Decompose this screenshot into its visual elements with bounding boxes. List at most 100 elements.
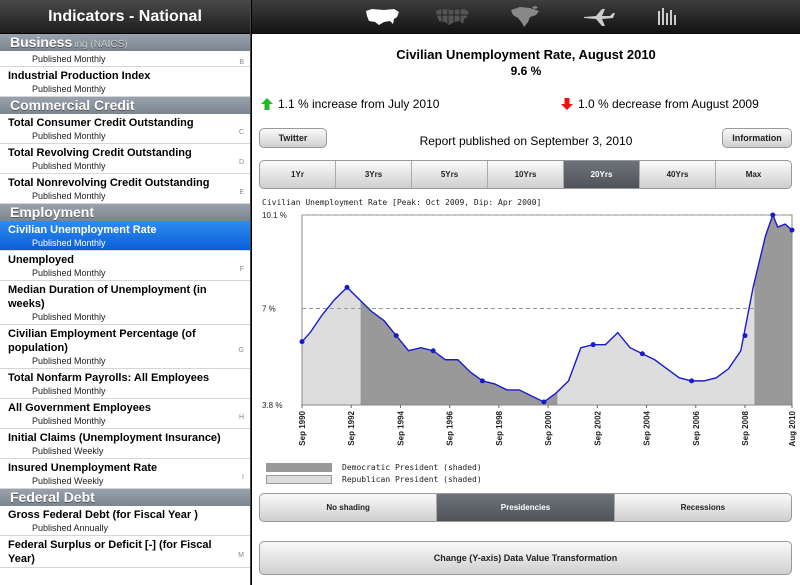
indicator-list-panel: Indicators - National Business ing (NAICS… [0,0,251,585]
section-header-ghost-text: ing (NAICS) [74,39,128,50]
indicator-name: Civilian Unemployment Rate [8,224,157,236]
legend-label-democratic: Democratic President (shaded) [342,462,482,472]
indicator-row[interactable]: Total Consumer Credit Outstanding Publish… [0,114,250,144]
indicator-name: Initial Claims (Unemployment Insurance) [8,432,221,444]
indicator-frequency: Published Monthly [32,238,106,248]
indicator-list[interactable]: Business ing (NAICS) Published Monthly B Ind… [0,34,250,585]
transform-button[interactable]: Change (Y-axis) Data Value Transformatio… [259,541,792,575]
presidency-shading-republican [302,287,361,405]
indicator-row[interactable]: Industrial Production Index Published Mon… [0,67,250,97]
shading-button-recessions[interactable]: Recessions [615,494,791,521]
indicator-row[interactable]: Initial Claims (Unemployment Insurance) P… [0,429,250,459]
section-header: Employment [0,204,250,221]
index-letter[interactable]: G [239,347,244,354]
indicator-title: Civilian Unemployment Rate, August 2010 [396,47,656,62]
range-button-10yrs[interactable]: 10Yrs [488,161,564,188]
usa-map-icon[interactable] [364,5,402,29]
states-map-icon[interactable] [434,5,472,29]
indicator-frequency: Published Monthly [32,161,106,171]
shading-button-presidencies[interactable]: Presidencies [437,494,615,521]
legend-swatch-republican [266,474,332,484]
index-letter[interactable]: M [238,552,244,559]
indicator-name: All Government Employees [8,402,152,414]
index-letter[interactable]: I [242,474,244,481]
section-header-label: Commercial Credit [10,97,135,113]
time-range-selector: 1Yr 3Yrs 5Yrs 10Yrs 20Yrs 40Yrs Max [259,160,792,189]
bar-chart-icon[interactable] [654,5,682,29]
indicator-row[interactable]: Insured Unemployment Rate Published Weekl… [0,459,250,489]
data-point [430,348,436,354]
indicator-name: Total Nonfarm Payrolls: All Employees [8,372,210,384]
x-tick-label: Sep 2004 [643,410,652,445]
indicator-frequency: Published Annually [32,523,109,533]
indicator-row[interactable]: Total Nonfarm Payrolls: All Employees Pub… [0,369,250,399]
airplane-icon[interactable] [582,5,616,29]
index-letter[interactable]: B [239,59,244,66]
green-up-arrow-icon [261,98,273,110]
indicator-frequency: Published Monthly [32,84,106,94]
indicator-name: Total Consumer Credit Outstanding [8,117,194,129]
index-letter[interactable]: D [239,159,244,166]
indicator-frequency: Published Monthly [32,386,106,396]
indicator-name: Insured Unemployment Rate [8,462,158,474]
decrease-text: 1.0 % decrease from August 2009 [578,97,759,111]
indicator-name: Civilian Employment Percentage (of popul… [8,328,196,354]
indicator-frequency: Published Weekly [32,446,104,456]
y-tick-label: 7 % [262,304,276,313]
data-point [299,339,305,345]
presidency-shading-democratic [360,300,558,405]
range-button-1yr[interactable]: 1Yr [260,161,336,188]
indicator-row[interactable]: All Government Employees Published Monthl… [0,399,250,429]
x-tick-label: Sep 2006 [692,410,701,445]
indicator-frequency: Published Weekly [32,476,104,486]
indicator-row[interactable]: Gross Federal Debt (for Fiscal Year ) Pub… [0,506,250,536]
indicator-row[interactable]: Total Revolving Credit Outstanding Publis… [0,144,250,174]
indicator-row[interactable]: Published Monthly B [0,51,250,67]
range-button-max[interactable]: Max [716,161,791,188]
north-america-map-icon[interactable] [508,5,542,29]
indicator-row[interactable]: Civilian Unemployment Rate Published Mont… [0,221,250,251]
section-header-label: Business [10,34,73,50]
section-header: Federal Debt [0,489,250,506]
range-button-3yrs[interactable]: 3Yrs [336,161,412,188]
data-point [393,333,399,339]
indicator-name: Median Duration of Unemployment (in week… [8,284,207,310]
indicator-row[interactable]: Total Nonrevolving Credit Outstanding Pub… [0,174,250,204]
indicator-frequency: Published Monthly [32,268,106,278]
indicator-name: Industrial Production Index [8,70,151,82]
range-button-5yrs[interactable]: 5Yrs [412,161,488,188]
shading-button-no-shading[interactable]: No shading [260,494,438,521]
legend-item-republican: Republican President (shaded) [266,473,482,485]
section-header: Business ing (NAICS) [0,34,250,51]
index-letter[interactable]: F [240,266,244,273]
indicator-row[interactable]: Civilian Employment Percentage (of popul… [0,325,250,369]
chart-legend: Democratic President (shaded) Republican… [266,461,482,485]
information-button[interactable]: Information [722,128,792,148]
data-point [344,284,350,290]
indicator-frequency: Published Monthly [32,312,106,322]
range-button-20yrs[interactable]: 20Yrs [564,161,640,188]
indicator-row[interactable]: Median Duration of Unemployment (in week… [0,281,250,325]
index-letter[interactable]: H [239,414,244,421]
index-letter[interactable]: E [239,189,244,196]
indicator-row[interactable]: Unemployed Published Monthly F [0,251,250,281]
legend-item-democratic: Democratic President (shaded) [266,461,482,473]
indicator-row[interactable]: Federal Surplus or Deficit [-] (for Fisc… [0,536,250,568]
panel-title: Indicators - National [0,0,250,34]
x-tick-label: Sep 1994 [396,410,405,445]
section-header: Commercial Credit [0,97,250,114]
range-button-40yrs[interactable]: 40Yrs [640,161,716,188]
indicator-frequency: Published Monthly [32,191,106,201]
indicator-frequency: Published Monthly [32,131,106,141]
data-point [770,212,776,218]
x-tick-label: Sep 1990 [298,410,307,445]
index-letter[interactable]: C [239,129,244,136]
increase-note: 1.1 % increase from July 2010 [260,97,439,111]
y-tick-label: 3.8 % [262,401,282,410]
indicator-frequency: Published Monthly [32,416,106,426]
report-date: Report published on September 3, 2010 [419,134,633,148]
legend-label-republican: Republican President (shaded) [342,474,482,484]
x-tick-label: Sep 2002 [593,410,602,445]
increase-text: 1.1 % increase from July 2010 [278,97,440,111]
presidency-shading-republican [557,282,755,405]
